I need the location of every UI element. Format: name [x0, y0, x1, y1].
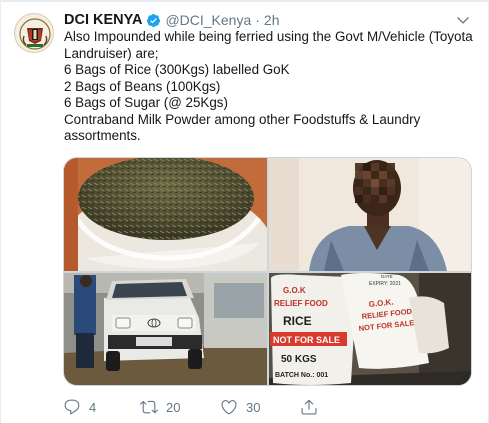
- profile-avatar[interactable]: [14, 13, 54, 53]
- like-count: 30: [246, 399, 261, 415]
- dci-seal-avatar: [16, 15, 53, 52]
- tweet-header: DCI KENYA @DCI_Kenya · 2h: [64, 11, 464, 29]
- bag-text-relief: RELIEF FOOD: [274, 299, 328, 308]
- reply-count: 4: [89, 399, 97, 415]
- bag-text-gok: G.O.K: [283, 286, 306, 295]
- photo-relief-bags[interactable]: G.O.K RELIEF FOOD RICE NOT FOR SALE 50 K…: [269, 273, 471, 385]
- bag-date-label: DATE: [381, 274, 393, 279]
- tweet-card[interactable]: DCI KENYA @DCI_Kenya · 2h Also Impounded…: [0, 0, 489, 423]
- like-icon: [221, 400, 237, 415]
- bag-text-rice: RICE: [283, 314, 312, 328]
- retweet-count: 20: [166, 399, 181, 415]
- tweet-text: Also Impounded while being ferried using…: [64, 29, 473, 176]
- display-name[interactable]: DCI KENYA: [64, 12, 142, 28]
- bag-text-weight: 50 KGS: [281, 354, 317, 365]
- retweet-icon: [140, 400, 158, 414]
- media-grid: G.O.K RELIEF FOOD RICE NOT FOR SALE 50 K…: [63, 157, 472, 386]
- bag-expiry: EXPIRY: 2021: [369, 281, 401, 287]
- chevron-down-icon[interactable]: [455, 12, 471, 28]
- share-button[interactable]: [300, 397, 326, 417]
- retweet-button[interactable]: 20: [140, 397, 180, 417]
- separator-dot: ·: [255, 12, 260, 28]
- verified-badge-icon: [146, 13, 161, 28]
- divider: [1, 0, 489, 2]
- share-icon: [301, 399, 317, 415]
- reply-button[interactable]: 4: [63, 397, 96, 417]
- user-handle[interactable]: @DCI_Kenya: [165, 12, 251, 28]
- photo-grain-bag[interactable]: [64, 158, 267, 271]
- tweet-timestamp[interactable]: 2h: [264, 12, 280, 28]
- bag-text-batch: BATCH No.: 001: [275, 372, 328, 379]
- action-bar: 4 20 30: [63, 397, 363, 417]
- photo-suspect[interactable]: [269, 158, 471, 271]
- photo-vehicle[interactable]: [64, 273, 267, 385]
- reply-icon: [64, 399, 80, 415]
- like-button[interactable]: 30: [220, 397, 260, 417]
- bag-text-not-for-sale: NOT FOR SALE: [273, 335, 340, 345]
